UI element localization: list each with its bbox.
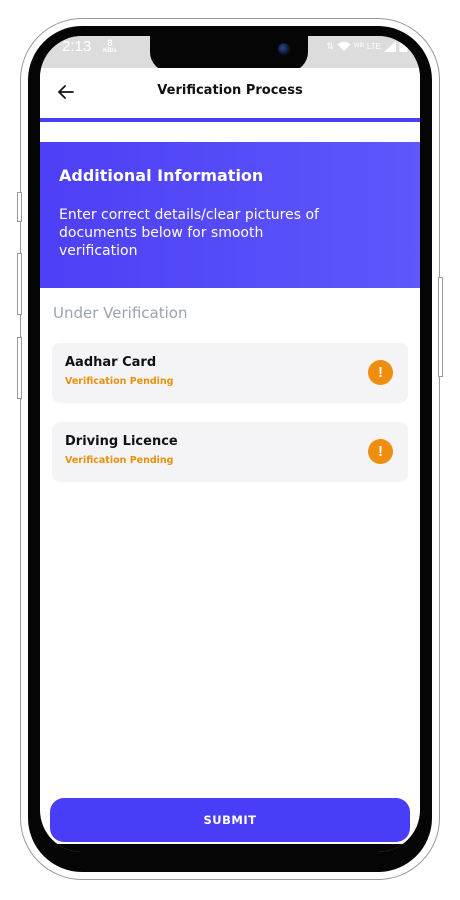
progress-bar-fill [40,118,420,122]
front-camera [278,43,290,55]
document-card-driving-licence[interactable]: Driving Licence Verification Pending ! [52,422,408,482]
phone-notch [150,36,308,72]
section-label: Under Verification [53,304,188,322]
document-status: Verification Pending [65,455,174,466]
network-speed: 8 KB/s [103,39,117,55]
phone-side-button-power [438,277,443,377]
page-title: Verification Process [157,83,303,98]
submit-button[interactable]: SUBMIT [50,798,410,842]
signal-icon [384,40,396,52]
banner-title: Additional Information [59,166,264,185]
battery-icon [399,40,408,52]
document-name: Driving Licence [65,434,178,449]
status-icons: ⇅ Wifi LTE [326,40,408,52]
wifi-label: Wifi [353,43,364,49]
info-banner: Additional Information Enter correct det… [40,142,420,288]
network-type: LTE [366,41,381,51]
document-card-aadhar[interactable]: Aadhar Card Verification Pending ! [52,343,408,403]
progress-bar [40,118,420,122]
app-header: Verification Process [40,68,420,118]
document-name: Aadhar Card [65,355,157,370]
network-speed-unit: KB/s [103,48,117,54]
network-speed-value: 8 [107,38,113,48]
screen-bottom-edge [40,844,420,852]
document-status: Verification Pending [65,376,174,387]
data-arrows-icon: ⇅ [326,40,334,51]
warning-icon: ! [368,439,393,464]
banner-text: Enter correct details/clear pictures of … [59,207,319,259]
warning-icon: ! [368,360,393,385]
phone-screen: 2:13 8 KB/s ⇅ Wifi LTE Verification Proc… [40,36,420,852]
phone-side-button-volume-down [17,337,22,399]
status-time: 2:13 [62,38,92,55]
phone-side-button-volume-up [17,253,22,315]
wifi-icon [337,41,351,51]
phone-side-button-mute [17,192,22,222]
